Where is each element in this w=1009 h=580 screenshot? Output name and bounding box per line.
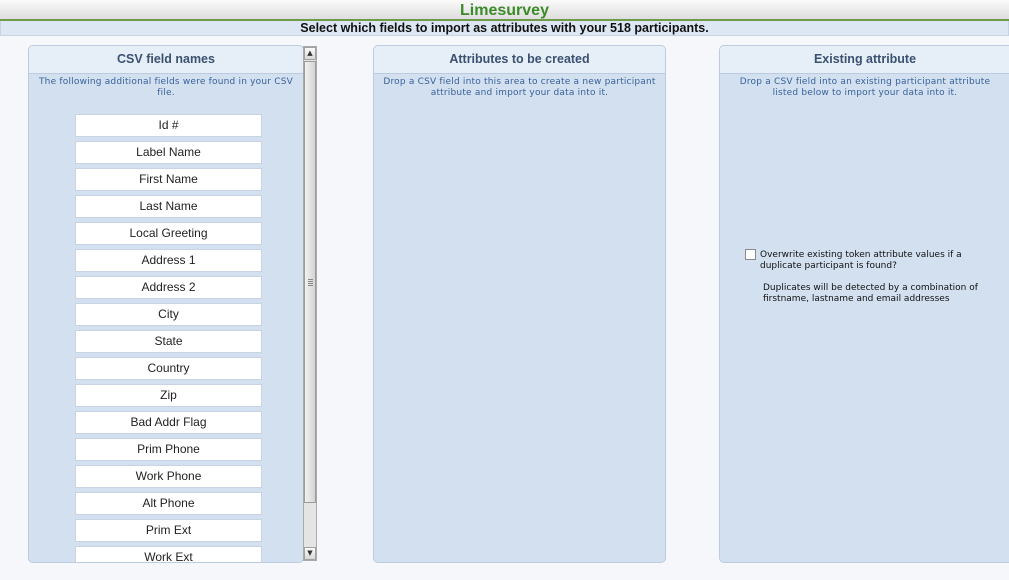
csv-field-item[interactable]: First Name — [75, 168, 262, 191]
csv-panel-title: CSV field names — [29, 46, 303, 74]
csv-fields-panel: CSV field names The following additional… — [28, 45, 304, 563]
csv-list-scrollbar[interactable]: ▲ ▼ — [303, 46, 317, 561]
csv-field-item[interactable]: Id # — [75, 114, 262, 137]
csv-field-item[interactable]: Local Greeting — [75, 222, 262, 245]
csv-field-item[interactable]: Address 2 — [75, 276, 262, 299]
csv-field-item[interactable]: Zip — [75, 384, 262, 407]
csv-field-item[interactable]: Prim Ext — [75, 519, 262, 542]
csv-field-item[interactable]: Country — [75, 357, 262, 380]
scroll-down-button[interactable]: ▼ — [304, 547, 316, 560]
new-panel-title: Attributes to be created — [374, 46, 665, 74]
csv-field-item[interactable]: City — [75, 303, 262, 326]
csv-field-item[interactable]: Alt Phone — [75, 492, 262, 515]
csv-field-item[interactable]: Label Name — [75, 141, 262, 164]
app-title-bar: Limesurvey — [0, 0, 1009, 21]
csv-field-item[interactable]: Address 1 — [75, 249, 262, 272]
csv-field-item[interactable]: Work Ext — [75, 546, 262, 562]
grip-line — [308, 285, 313, 286]
scroll-up-button[interactable]: ▲ — [304, 47, 316, 60]
overwrite-checkbox[interactable] — [745, 249, 756, 260]
csv-field-item[interactable]: Prim Phone — [75, 438, 262, 461]
grip-line — [308, 283, 313, 284]
existing-panel-title: Existing attribute — [720, 46, 1009, 74]
grip-line — [308, 279, 313, 280]
new-panel-description: Drop a CSV field into this area to creat… — [383, 77, 656, 98]
app-title: Limesurvey — [460, 2, 549, 19]
duplicates-note: Duplicates will be detected by a combina… — [763, 283, 978, 304]
csv-field-list: Id # Label Name First Name Last Name Local G… — [75, 114, 262, 562]
csv-field-item[interactable]: State — [75, 330, 262, 353]
import-instruction: Select which fields to import as attribu… — [0, 21, 1009, 36]
grip-line — [308, 281, 313, 282]
csv-field-item[interactable]: Work Phone — [75, 465, 262, 488]
overwrite-label: Overwrite existing token attribute value… — [760, 250, 962, 271]
csv-field-item[interactable]: Bad Addr Flag — [75, 411, 262, 434]
csv-field-item[interactable]: Last Name — [75, 195, 262, 218]
scrollbar-thumb[interactable] — [304, 61, 316, 503]
existing-panel-description: Drop a CSV field into an existing partic… — [739, 77, 991, 98]
csv-panel-description: The following additional fields were fou… — [38, 77, 294, 98]
new-attributes-drop-area[interactable]: Attributes to be created Drop a CSV fiel… — [373, 45, 666, 563]
